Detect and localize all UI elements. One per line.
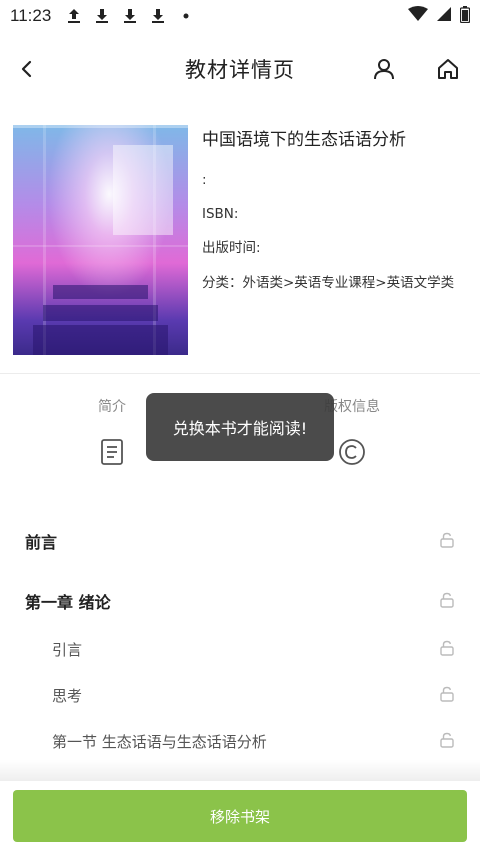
book-cover-image [13,125,188,355]
download-icon [93,7,111,25]
battery-icon [459,5,471,27]
book-publish-date: 出版时间: [202,240,261,256]
chapter-label: 第一章 绪论 [25,593,111,612]
status-bar: 11:23 [0,0,480,32]
chapter-label: 前言 [25,533,58,552]
book-author: : [202,172,207,188]
lock-icon [438,591,458,611]
book-isbn: ISBN: [202,206,239,222]
home-button[interactable] [429,52,467,90]
chapter-label: 第一节 生态话语与生态话语分析 [52,732,267,751]
lock-icon [438,639,458,659]
toast-message: 兑换本书才能阅读! [146,393,334,461]
lock-icon [438,531,458,551]
chapter-item-ch1[interactable]: 第一章 绪论 [0,578,480,624]
download-icon [149,7,167,25]
chapter-item-preface[interactable]: 前言 [0,518,480,564]
bottom-bar: 移除书架 [0,781,480,853]
book-info: 中国语境下的生态话语分析 : ISBN: 出版时间: 分类：外语类>英语专业课程… [0,110,480,374]
user-icon [372,57,396,85]
book-category: 分类：外语类>英语专业课程>英语文学类 [202,275,455,291]
status-notifications [65,7,195,25]
remove-from-shelf-button[interactable]: 移除书架 [13,790,467,842]
book-title: 中国语境下的生态话语分析 [202,130,406,150]
home-icon [436,57,460,85]
status-time: 11:23 [10,6,52,25]
lock-icon [438,685,458,705]
signal-icon [436,6,452,26]
upload-icon [65,7,83,25]
chapter-label: 思考 [52,686,83,705]
copyright-icon [338,438,366,466]
download-icon [121,7,139,25]
dot-icon [177,7,195,25]
book-details: 中国语境下的生态话语分析 : ISBN: 出版时间: 分类：外语类>英语专业课程… [202,128,472,308]
chapter-item-intro[interactable]: 引言 [0,626,480,672]
wifi-icon [408,6,428,26]
chapter-label: 引言 [52,640,83,659]
app-header: 教材详情页 [0,40,480,102]
chapter-item-think[interactable]: 思考 [0,672,480,718]
chapter-item-section1[interactable]: 第一节 生态话语与生态话语分析 [0,718,480,764]
page-title: 教材详情页 [185,58,295,82]
lock-icon [438,731,458,751]
user-button[interactable] [365,52,403,90]
document-icon [98,438,126,466]
